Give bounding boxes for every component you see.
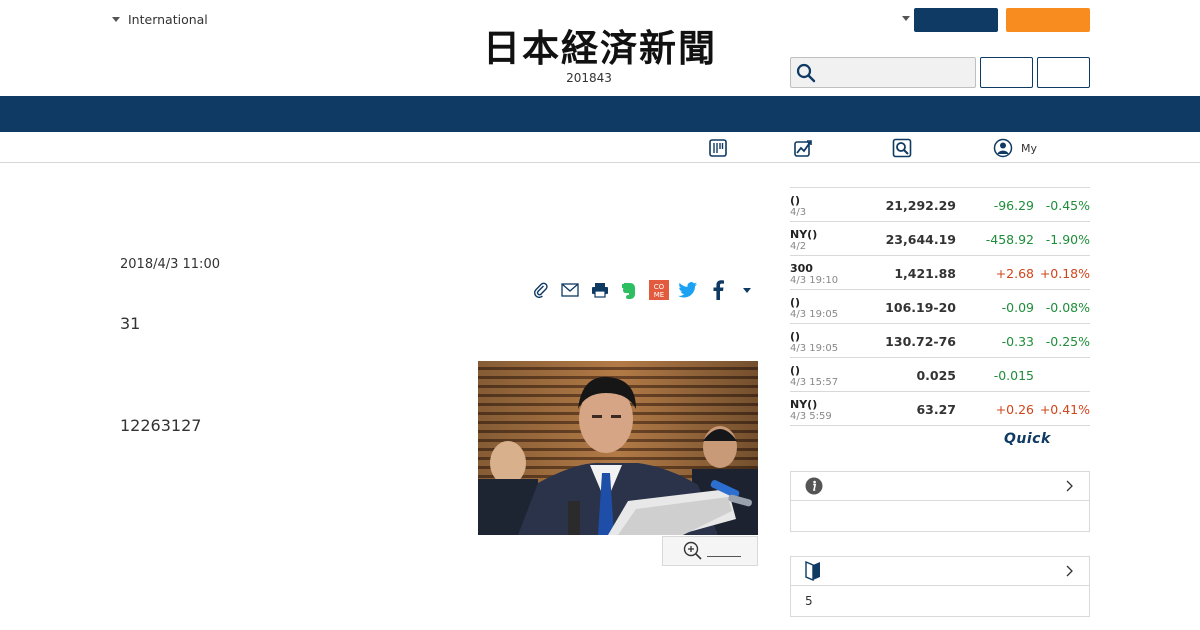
market-value: 1,421.88 xyxy=(894,266,956,281)
mail-icon[interactable] xyxy=(556,278,586,302)
market-time: 4/2 xyxy=(790,241,807,252)
market-name: () xyxy=(790,330,801,343)
market-name: () xyxy=(790,296,801,309)
zoom-in-icon xyxy=(683,541,702,560)
twitter-icon[interactable] xyxy=(674,278,704,302)
main-navigation-bar xyxy=(0,96,1200,132)
info-box-header[interactable] xyxy=(791,472,1089,501)
market-value: 63.27 xyxy=(916,402,956,417)
beginner-box-body: 5 xyxy=(805,594,813,608)
share-bar: CO ME xyxy=(526,278,762,302)
market-percent: -1.90% xyxy=(1045,232,1090,247)
facebook-icon[interactable] xyxy=(703,278,733,302)
beginner-box: 5 xyxy=(790,556,1090,617)
edition-selector[interactable]: International xyxy=(112,12,208,27)
market-time: 4/3 xyxy=(790,207,807,218)
search-icon xyxy=(892,138,912,158)
info-box-body xyxy=(791,501,1089,531)
market-data-table: () 4/3 21,292.29 -96.29 -0.45% NY() 4/2 … xyxy=(790,187,1090,426)
logo-subtitle: 201843 xyxy=(566,71,612,85)
subnav-item-newspaper[interactable] xyxy=(708,137,736,159)
market-name: () xyxy=(790,364,801,377)
market-time: 4/3 5:59 xyxy=(790,411,832,422)
market-name: 300 xyxy=(790,262,813,275)
market-row[interactable]: () 4/3 19:05 130.72-76 -0.33 -0.25% xyxy=(790,324,1090,358)
subnav-label: My xyxy=(1021,141,1038,155)
beginner-box-header[interactable] xyxy=(791,557,1089,586)
market-change: -0.09 xyxy=(1001,300,1034,315)
market-name: NY() xyxy=(790,228,818,241)
article-paragraph: 12263127 xyxy=(120,416,202,435)
market-value: 0.025 xyxy=(916,368,956,383)
search-input[interactable] xyxy=(823,62,969,84)
subnav-item-my[interactable]: My xyxy=(993,137,1037,159)
sub-navigation: My xyxy=(0,132,1200,163)
market-percent: +0.18% xyxy=(1039,266,1090,281)
chart-icon xyxy=(794,140,812,157)
market-change: -458.92 xyxy=(985,232,1034,247)
market-percent: +0.41% xyxy=(1039,402,1090,417)
subscribe-button[interactable] xyxy=(914,8,998,32)
svg-text:CO: CO xyxy=(654,283,665,291)
market-change: +0.26 xyxy=(995,402,1034,417)
article-date: 2018/4/3 11:00 xyxy=(120,257,220,272)
market-value: 23,644.19 xyxy=(885,232,956,247)
article-paragraph: 31 xyxy=(120,314,141,333)
market-value: 106.19-20 xyxy=(885,300,956,315)
article-photo[interactable] xyxy=(478,361,758,535)
caret-down-icon[interactable] xyxy=(902,16,910,21)
market-row[interactable]: NY() 4/2 23,644.19 -458.92 -1.90% xyxy=(790,222,1090,256)
caret-down-icon xyxy=(112,17,120,22)
market-time: 4/3 15:57 xyxy=(790,377,839,388)
newspaper-icon xyxy=(709,139,727,157)
beginner-mark-icon xyxy=(805,561,820,581)
info-box xyxy=(790,471,1090,532)
user-icon xyxy=(993,138,1013,158)
zoom-underline xyxy=(707,555,741,557)
market-row[interactable]: 300 4/3 19:10 1,421.88 +2.68 +0.18% xyxy=(790,256,1090,290)
search-box xyxy=(790,57,976,88)
come-icon[interactable]: CO ME xyxy=(644,278,674,302)
chevron-right-icon xyxy=(1066,480,1073,492)
market-time: 4/3 19:05 xyxy=(790,343,839,354)
svg-text:ME: ME xyxy=(654,291,664,299)
more-caret-icon[interactable] xyxy=(733,278,763,302)
market-value: 130.72-76 xyxy=(885,334,956,349)
edition-label: International xyxy=(128,12,208,27)
quick-logo[interactable]: Quick xyxy=(1004,431,1051,447)
market-change: -0.33 xyxy=(1001,334,1034,349)
market-row[interactable]: () 4/3 19:05 106.19-20 -0.09 -0.08% xyxy=(790,290,1090,324)
chevron-right-icon xyxy=(1066,565,1073,577)
clip-icon[interactable] xyxy=(526,278,556,302)
evernote-icon[interactable] xyxy=(615,278,645,302)
market-row[interactable]: () 4/3 21,292.29 -96.29 -0.45% xyxy=(790,188,1090,222)
subnav-item-search[interactable] xyxy=(892,137,920,159)
photo-zoom-button[interactable] xyxy=(662,536,758,566)
info-icon xyxy=(805,477,823,495)
market-time: 4/3 19:05 xyxy=(790,309,839,320)
trial-button[interactable] xyxy=(1006,8,1090,32)
market-percent: -0.25% xyxy=(1045,334,1090,349)
market-percent: -0.08% xyxy=(1045,300,1090,315)
market-name: () xyxy=(790,194,801,207)
login-button[interactable] xyxy=(980,57,1033,88)
market-name: NY() xyxy=(790,398,818,411)
register-button[interactable] xyxy=(1037,57,1090,88)
search-icon[interactable] xyxy=(796,63,816,83)
print-icon[interactable] xyxy=(585,278,615,302)
market-row[interactable]: NY() 4/3 5:59 63.27 +0.26 +0.41% xyxy=(790,392,1090,426)
market-percent: -0.45% xyxy=(1045,198,1090,213)
subnav-item-chart[interactable] xyxy=(793,137,821,159)
market-change: -0.015 xyxy=(993,368,1034,383)
market-change: -96.29 xyxy=(993,198,1034,213)
market-row[interactable]: () 4/3 15:57 0.025 -0.015 xyxy=(790,358,1090,392)
site-logo[interactable]: 日本経済新聞 xyxy=(450,28,750,68)
market-change: +2.68 xyxy=(995,266,1034,281)
market-time: 4/3 19:10 xyxy=(790,275,839,286)
market-value: 21,292.29 xyxy=(885,198,956,213)
